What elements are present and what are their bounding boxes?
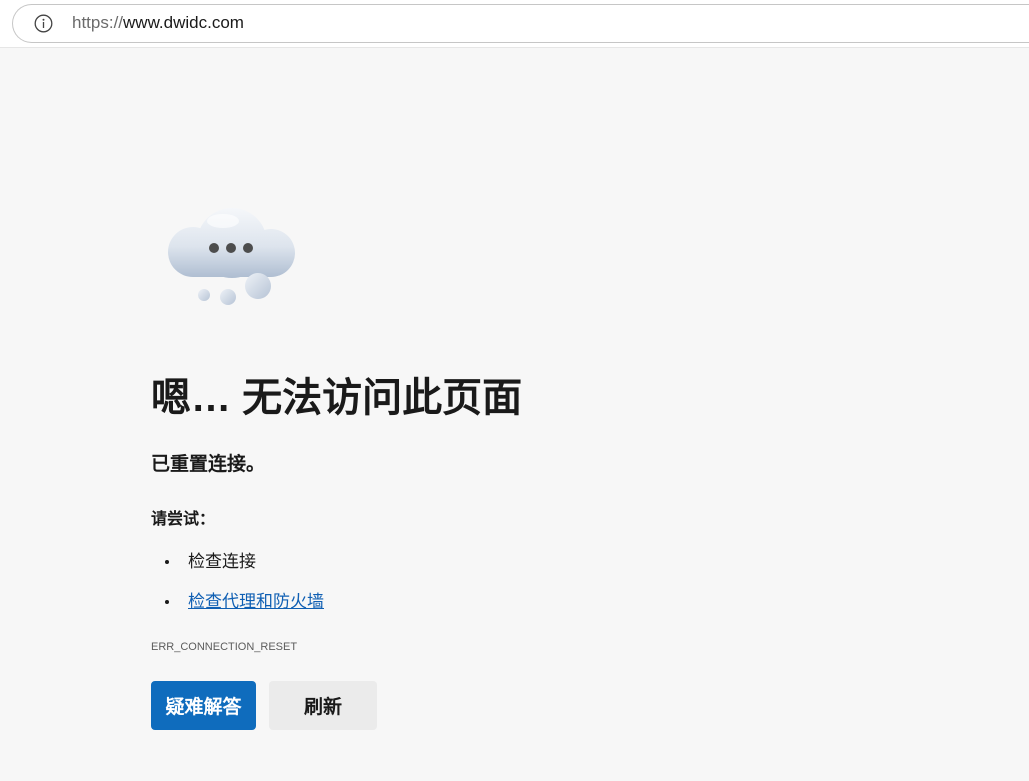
address-bar[interactable]: https://www.dwidc.com	[12, 4, 1029, 43]
ellipsis-dot	[243, 243, 253, 253]
cloud-icon	[168, 208, 295, 305]
error-code: ERR_CONNECTION_RESET	[151, 641, 298, 653]
suggestion-item: 检查连接	[151, 550, 324, 574]
cloud-highlight	[207, 214, 239, 228]
bullet	[165, 560, 169, 564]
bubble	[245, 273, 271, 299]
error-message: 已重置连接。	[151, 454, 266, 475]
bubble	[198, 289, 210, 301]
suggestion-list: 检查连接 检查代理和防火墙	[151, 550, 324, 630]
refresh-button[interactable]: 刷新	[269, 681, 377, 730]
url-text[interactable]: https://www.dwidc.com	[72, 13, 244, 33]
check-proxy-firewall-link[interactable]: 检查代理和防火墙	[188, 592, 324, 611]
browser-toolbar: https://www.dwidc.com	[0, 0, 1029, 48]
bubble	[220, 289, 236, 305]
troubleshoot-button[interactable]: 疑难解答	[151, 681, 256, 730]
info-icon[interactable]	[34, 14, 53, 33]
ellipsis-dot	[209, 243, 219, 253]
try-label: 请尝试：	[151, 511, 216, 528]
url-host: www.dwidc.com	[123, 13, 244, 32]
ellipsis-dot	[226, 243, 236, 253]
bullet	[165, 600, 169, 604]
page-title: 嗯… 无法访问此页面	[151, 376, 523, 420]
ellipsis-dots	[209, 243, 253, 253]
check-connection-text: 检查连接	[188, 552, 256, 571]
url-scheme: https://	[72, 13, 124, 32]
suggestion-item: 检查代理和防火墙	[151, 590, 324, 614]
